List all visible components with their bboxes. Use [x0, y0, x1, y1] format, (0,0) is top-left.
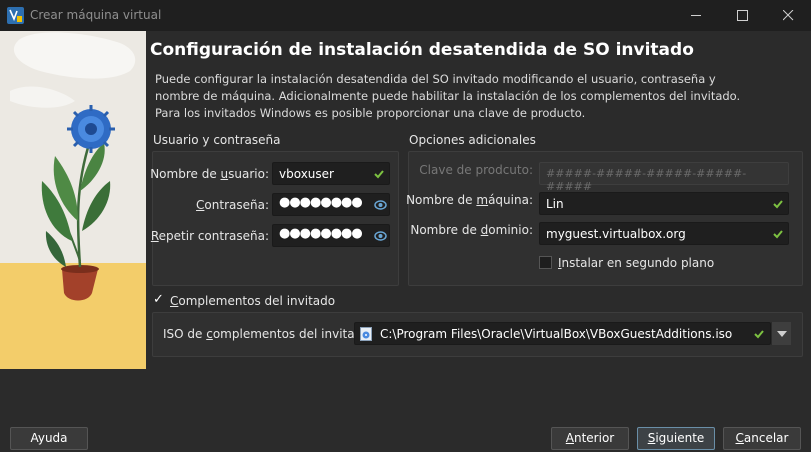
- product-key-field[interactable]: #####-#####-#####-#####-#####: [539, 162, 789, 193]
- maximize-button[interactable]: [719, 0, 765, 31]
- domain-label: Nombre de dominio:: [410, 223, 533, 237]
- install-background-checkbox[interactable]: [539, 256, 552, 269]
- repeat-password-field[interactable]: ●●●●●●●●: [272, 224, 390, 247]
- wizard-illustration: [0, 31, 146, 369]
- repeat-password-value: ●●●●●●●●: [279, 226, 363, 241]
- page-title: Configuración de instalación desatendida…: [150, 40, 694, 60]
- iso-disc-icon: [360, 327, 372, 341]
- repeat-password-label: Repetir contraseña:: [150, 229, 269, 243]
- user-group-title: Usuario y contraseña: [153, 133, 281, 147]
- guest-additions-checkbox[interactable]: ✓: [153, 292, 164, 307]
- valid-check-icon: [773, 230, 783, 239]
- show-password-eye-icon[interactable]: [374, 199, 387, 211]
- help-button[interactable]: Ayuda: [10, 427, 88, 450]
- hostname-field[interactable]: Lin: [539, 192, 789, 215]
- virtualbox-app-icon: [7, 7, 24, 24]
- close-button[interactable]: [765, 0, 811, 31]
- product-key-placeholder: #####-#####-#####-#####-#####: [546, 167, 747, 193]
- iso-path-field[interactable]: C:\Program Files\Oracle\VirtualBox\VBoxG…: [354, 322, 771, 345]
- valid-check-icon: [754, 330, 764, 339]
- minimize-icon: [691, 15, 701, 16]
- maximize-icon: [737, 10, 748, 21]
- guest-additions-label[interactable]: Complementos del invitado: [170, 294, 335, 308]
- hostname-value: Lin: [546, 197, 564, 211]
- valid-check-icon: [773, 200, 783, 209]
- iso-dropdown-button[interactable]: [771, 322, 791, 345]
- password-value: ●●●●●●●●: [279, 195, 363, 210]
- chevron-down-icon: [777, 331, 787, 337]
- password-field[interactable]: ●●●●●●●●: [272, 193, 390, 216]
- title-bar: Crear máquina virtual: [0, 0, 811, 31]
- back-button[interactable]: Anterior: [551, 427, 629, 450]
- iso-path-value: C:\Program Files\Oracle\VirtualBox\VBoxG…: [380, 327, 733, 341]
- valid-check-icon: [374, 170, 384, 179]
- username-label: Nombre de usuario:: [150, 167, 269, 181]
- close-icon: [783, 10, 794, 21]
- flower-pot-illustration: [0, 31, 146, 369]
- product-key-label: Clave de prodcuto:: [419, 163, 533, 177]
- install-background-label[interactable]: Instalar en segundo plano: [558, 256, 714, 270]
- username-value: vboxuser: [279, 167, 334, 181]
- window-title: Crear máquina virtual: [30, 8, 162, 22]
- cancel-button[interactable]: Cancelar: [723, 427, 801, 450]
- domain-value: myguest.virtualbox.org: [546, 227, 686, 241]
- username-field[interactable]: vboxuser: [272, 162, 390, 185]
- extra-group-title: Opciones adicionales: [409, 133, 536, 147]
- password-label: Contraseña:: [196, 198, 269, 212]
- next-button[interactable]: Siguiente: [637, 427, 715, 450]
- show-repeat-password-eye-icon[interactable]: [374, 230, 387, 242]
- minimize-button[interactable]: [673, 0, 719, 31]
- hostname-label: Nombre de máquina:: [406, 193, 533, 207]
- page-description: Puede configurar la instalación desatend…: [155, 72, 741, 120]
- iso-label: ISO de complementos del invitado:: [163, 327, 374, 341]
- domain-field[interactable]: myguest.virtualbox.org: [539, 222, 789, 245]
